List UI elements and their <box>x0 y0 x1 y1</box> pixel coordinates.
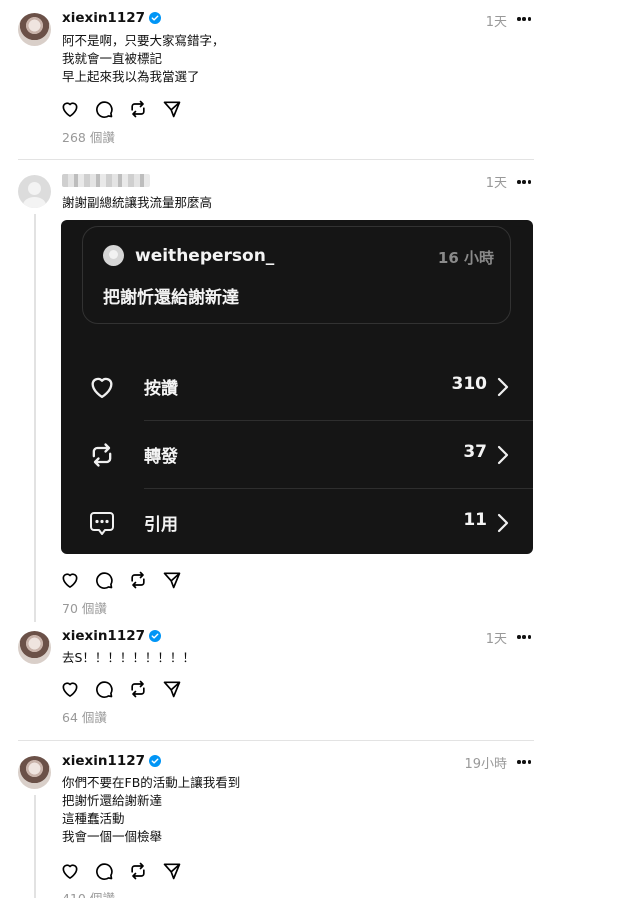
more-options-icon[interactable] <box>517 760 531 764</box>
comment-icon[interactable] <box>94 99 114 119</box>
avatar[interactable] <box>18 631 51 664</box>
repost-icon <box>88 441 116 469</box>
stat-row-reposts[interactable]: 轉發 37 <box>61 420 533 488</box>
verified-badge-icon <box>149 630 161 642</box>
stat-count: 11 <box>463 510 487 530</box>
divider <box>18 740 534 741</box>
like-count[interactable]: 268 個讚 <box>62 127 115 146</box>
avatar[interactable] <box>18 13 51 46</box>
stat-label: 按讚 <box>144 379 178 399</box>
share-icon[interactable] <box>162 570 182 590</box>
quoted-text: 把謝忻還給謝新達 <box>103 288 239 308</box>
quote-icon <box>88 509 116 537</box>
post-time[interactable]: 1天 <box>486 11 507 30</box>
like-count[interactable]: 64 個讚 <box>62 707 107 726</box>
chevron-right-icon <box>497 445 509 465</box>
quoted-time: 16 小時 <box>437 249 494 267</box>
like-heart-icon[interactable] <box>60 99 80 119</box>
comment-icon[interactable] <box>94 679 114 699</box>
comment-icon[interactable] <box>94 570 114 590</box>
stat-label: 轉發 <box>144 447 178 467</box>
more-options-icon[interactable] <box>517 17 531 21</box>
avatar[interactable] <box>18 175 51 208</box>
post-text-line: 我會一個一個檢舉 <box>62 829 163 844</box>
post-actions <box>60 99 182 119</box>
more-options-icon[interactable] <box>517 635 531 639</box>
stat-row-likes[interactable]: 按讚 310 <box>61 352 533 420</box>
stat-label: 引用 <box>144 515 178 535</box>
post-text-line: 我就會一直被標記 <box>62 51 163 66</box>
post-time[interactable]: 19小時 <box>464 753 507 772</box>
post-text-line: 去S！！！！！！！！！ <box>62 650 195 665</box>
post-actions <box>60 570 182 590</box>
like-heart-icon[interactable] <box>60 679 80 699</box>
share-icon[interactable] <box>162 861 182 881</box>
post-text-line: 這種蠢活動 <box>62 811 125 826</box>
chevron-right-icon <box>497 513 509 533</box>
post-text-line: 早上起來我以為我當選了 <box>62 69 200 84</box>
verified-badge-icon <box>149 755 161 767</box>
repost-icon[interactable] <box>128 679 148 699</box>
like-heart-icon[interactable] <box>60 861 80 881</box>
like-count[interactable]: 70 個讚 <box>62 598 107 617</box>
share-icon[interactable] <box>162 679 182 699</box>
like-count[interactable]: 410 個讚 <box>62 888 115 898</box>
stat-row-quotes[interactable]: 引用 11 <box>61 488 533 556</box>
post-text-line: 把謝忻還給謝新達 <box>62 793 163 808</box>
quoted-username: weitheperson_ <box>135 246 275 266</box>
like-heart-icon[interactable] <box>60 570 80 590</box>
stat-count: 37 <box>463 442 487 462</box>
avatar[interactable] <box>18 756 51 789</box>
comment-icon[interactable] <box>94 861 114 881</box>
chevron-right-icon <box>497 377 509 397</box>
repost-icon[interactable] <box>128 99 148 119</box>
post-actions <box>60 861 182 881</box>
post-text-line: 阿不是啊，只要大家寫錯字， <box>62 33 225 48</box>
embedded-screenshot-card[interactable]: weitheperson_ 16 小時 把謝忻還給謝新達 按讚 310 轉發 3… <box>61 220 533 554</box>
more-options-icon[interactable] <box>517 180 531 184</box>
post-text-line: 你們不要在FB的活動上讓我看到 <box>62 775 241 790</box>
post-username[interactable]: xiexin1127 <box>62 753 161 769</box>
thread-line <box>34 214 36 622</box>
post-time[interactable]: 1天 <box>486 172 507 191</box>
divider <box>18 159 534 160</box>
repost-icon[interactable] <box>128 570 148 590</box>
verified-badge-icon <box>149 12 161 24</box>
heart-icon <box>88 373 116 401</box>
quoted-post[interactable]: weitheperson_ 16 小時 把謝忻還給謝新達 <box>82 226 511 324</box>
share-icon[interactable] <box>162 99 182 119</box>
post-time[interactable]: 1天 <box>486 628 507 647</box>
post-actions <box>60 679 182 699</box>
post-text-line: 謝謝副總統讓我流量那麼高 <box>62 195 213 210</box>
repost-icon[interactable] <box>128 861 148 881</box>
blurred-username[interactable] <box>62 174 150 187</box>
thread-line <box>34 795 36 898</box>
quoted-avatar <box>103 245 124 266</box>
post-username[interactable]: xiexin1127 <box>62 628 161 644</box>
stat-count: 310 <box>451 374 488 394</box>
post-username[interactable]: xiexin1127 <box>62 10 161 26</box>
